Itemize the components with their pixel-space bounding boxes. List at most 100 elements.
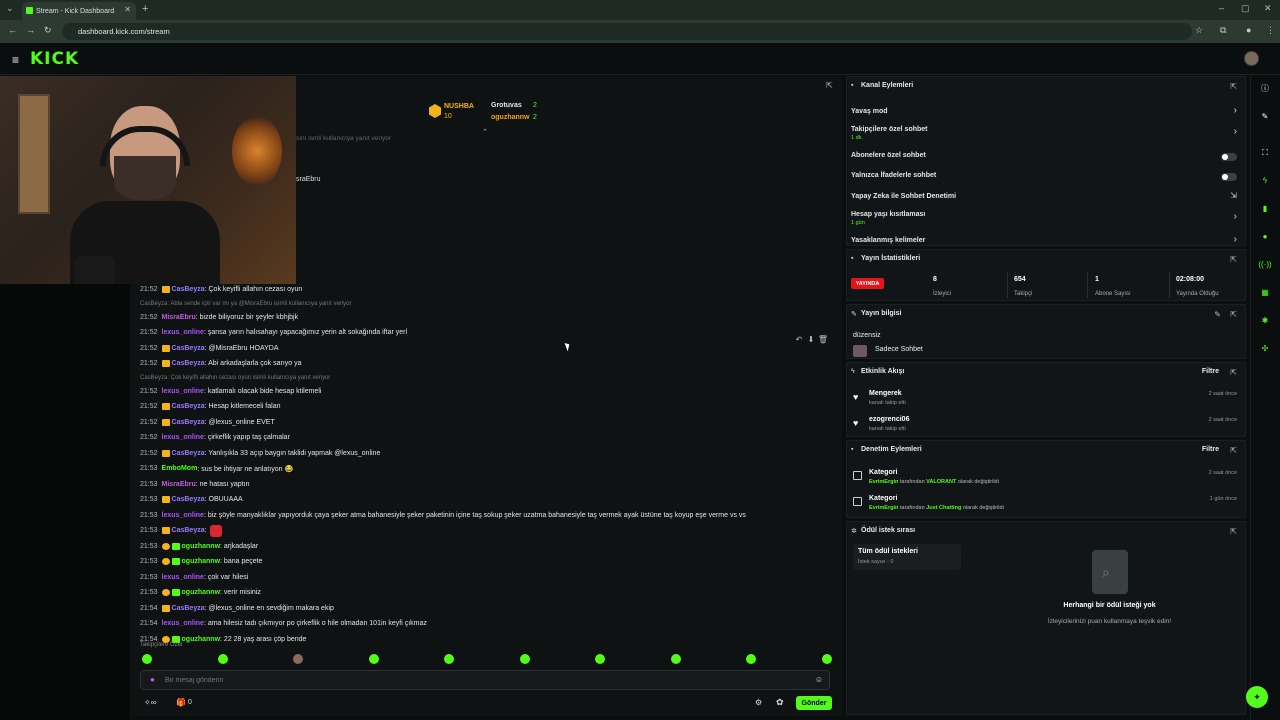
- chat-message[interactable]: 21:52 lexus_online: şansa yarın halısahay…: [140, 325, 840, 341]
- chat-input[interactable]: [165, 674, 805, 687]
- emote-icon[interactable]: [670, 654, 681, 664]
- message-username[interactable]: lexus_online: [162, 388, 204, 395]
- emote-picker-icon[interactable]: ✿: [776, 697, 784, 708]
- edit-icon[interactable]: ✎: [1214, 310, 1221, 319]
- message-username[interactable]: MisraEbru: [162, 314, 196, 321]
- send-button[interactable]: Gönder: [796, 696, 832, 710]
- leaderboard-top-user[interactable]: NUSHBA: [444, 103, 474, 110]
- message-username[interactable]: CasBeyza: [172, 605, 205, 612]
- profile-icon[interactable]: ●: [1246, 25, 1251, 35]
- followers-only-label[interactable]: Takipçilere özel sohbet: [851, 126, 928, 133]
- settings-icon[interactable]: ⚙: [755, 698, 762, 707]
- stream-info-popout-icon[interactable]: ⇱: [1230, 310, 1237, 319]
- chevron-right-icon[interactable]: ›: [1234, 105, 1237, 116]
- help-button[interactable]: ✦: [1246, 686, 1268, 708]
- broadcast-rail-icon[interactable]: ((·)): [1258, 258, 1272, 272]
- pin-icon[interactable]: ⬇: [805, 335, 817, 344]
- subs-only-toggle[interactable]: [1221, 153, 1237, 161]
- url-field[interactable]: dashboard.kick.com/stream: [62, 23, 1192, 40]
- message-username[interactable]: oguzhannw: [182, 589, 221, 596]
- emotes-only-toggle[interactable]: [1221, 173, 1237, 181]
- chat-message[interactable]: 21:52 CasBeyza: Hesap kitlemeceli falan: [140, 399, 840, 415]
- emote-icon[interactable]: [519, 654, 530, 664]
- activity-popout-icon[interactable]: ⇱: [1230, 368, 1237, 377]
- slow-mode-label[interactable]: Yavaş mod: [851, 108, 888, 115]
- chat-message[interactable]: 21:54 oguzhannw: 22 28 yaş arası çöp bend…: [140, 632, 840, 648]
- message-username[interactable]: oguzhannw: [182, 543, 221, 550]
- chevron-right-icon[interactable]: ›: [1234, 234, 1237, 245]
- mic-icon[interactable]: ●: [150, 675, 155, 684]
- focus-icon[interactable]: ⛶: [1258, 146, 1272, 160]
- message-username[interactable]: CasBeyza: [172, 527, 205, 534]
- activity-filter-button[interactable]: Filtre: [1202, 368, 1219, 375]
- message-username[interactable]: lexus_online: [162, 434, 204, 441]
- chevron-right-icon[interactable]: ›: [1234, 211, 1237, 222]
- emote-icon[interactable]: [142, 654, 152, 664]
- moderation-popout-icon[interactable]: ⇱: [1230, 446, 1237, 455]
- emote-icon[interactable]: [746, 654, 756, 664]
- maximize-icon[interactable]: ▢: [1241, 3, 1250, 14]
- chat-message[interactable]: 21:52 lexus_online: çirkeflik yapıp taş ç…: [140, 430, 840, 446]
- emote-icon[interactable]: [821, 654, 832, 664]
- message-username[interactable]: lexus_online: [162, 620, 204, 627]
- chat-rail-icon[interactable]: ●: [1258, 230, 1272, 244]
- message-username[interactable]: CasBeyza: [172, 360, 205, 367]
- chat-message[interactable]: 21:54 lexus_online: ama hilesiz tadı çıkm…: [140, 616, 840, 632]
- bookmark-star-icon[interactable]: ☆: [1195, 25, 1203, 36]
- points-icon[interactable]: ✧∞: [144, 698, 156, 707]
- wrench-rail-icon[interactable]: ✱: [1258, 314, 1272, 328]
- apps-rail-icon[interactable]: ✣: [1258, 342, 1272, 356]
- channel-actions-popout-icon[interactable]: ⇱: [1230, 82, 1237, 91]
- chat-message[interactable]: 21:53 MisraEbru: ne hatası yaptın: [140, 477, 840, 493]
- chat-message[interactable]: 21:53 lexus_online: çok var hilesi: [140, 570, 840, 586]
- chat-message[interactable]: 21:53 oguzhannw: verir misiniz: [140, 585, 840, 601]
- emoji-icon[interactable]: ☺: [815, 675, 823, 684]
- extensions-icon[interactable]: ⧉: [1220, 25, 1226, 36]
- new-tab-icon[interactable]: +: [142, 3, 148, 15]
- chat-message[interactable]: 21:53 oguzhannw: bana peçete: [140, 554, 840, 570]
- reply-icon[interactable]: ↶: [793, 335, 805, 344]
- back-icon[interactable]: ←: [8, 25, 17, 35]
- message-username[interactable]: CasBeyza: [172, 403, 205, 410]
- chat-message[interactable]: 21:52 CasBeyza: Çok keyifli allahın cezas…: [140, 282, 840, 298]
- info-icon[interactable]: ⓘ: [1258, 82, 1272, 96]
- chat-popout-icon[interactable]: ⇱: [826, 81, 833, 90]
- message-username[interactable]: CasBeyza: [172, 450, 205, 457]
- chat-message[interactable]: 21:53 CasBeyza:: [140, 523, 840, 539]
- chat-message[interactable]: 21:53 lexus_online: biz şöyle manyaklıkla…: [140, 508, 840, 524]
- browser-menu-icon[interactable]: ⋮: [1266, 25, 1275, 36]
- user-avatar[interactable]: [1244, 51, 1259, 66]
- chat-message[interactable]: 21:54 CasBeyza: @lexus_online en sevdiğim…: [140, 601, 840, 617]
- delete-icon[interactable]: 🗑: [817, 335, 829, 344]
- emote-icon[interactable]: [293, 654, 303, 664]
- minimize-icon[interactable]: –: [1219, 3, 1224, 13]
- reward-tab-all[interactable]: Tüm ödül istekleri İstek sayısı - 0: [853, 544, 961, 570]
- account-age-label[interactable]: Hesap yaşı kısıtlaması: [851, 211, 925, 218]
- message-username[interactable]: lexus_online: [162, 574, 204, 581]
- ai-moderation-label[interactable]: Yapay Zeka ile Sohbet Denetimi: [851, 193, 956, 200]
- browser-tab[interactable]: Stream - Kick Dashboard ✕: [22, 2, 136, 20]
- emote-icon[interactable]: [217, 654, 228, 664]
- collapse-leaderboard-icon[interactable]: ⌃: [482, 128, 488, 136]
- lightning-rail-icon[interactable]: ϟ: [1258, 174, 1272, 188]
- emote-icon[interactable]: [444, 654, 454, 664]
- message-username[interactable]: CasBeyza: [172, 286, 205, 293]
- leaderboard-user-3[interactable]: oguzhannw: [491, 114, 530, 121]
- banned-words-label[interactable]: Yasaklanmış kelimeler: [851, 237, 925, 244]
- chat-message[interactable]: 21:52 CasBeyza: Yanlışıkla 33 açıp baygın…: [140, 446, 840, 462]
- grid-rail-icon[interactable]: ▦: [1258, 286, 1272, 300]
- doc-rail-icon[interactable]: ▮: [1258, 202, 1272, 216]
- moderation-filter-button[interactable]: Filtre: [1202, 446, 1219, 453]
- chat-message[interactable]: 21:53 CasBeyza: OBUUAAA: [140, 492, 840, 508]
- message-username[interactable]: MisraEbru: [162, 481, 196, 488]
- chevron-right-icon[interactable]: ›: [1234, 126, 1237, 137]
- stream-stats-popout-icon[interactable]: ⇱: [1230, 255, 1237, 264]
- reward-popout-icon[interactable]: ⇱: [1230, 527, 1237, 536]
- message-username[interactable]: CasBeyza: [172, 345, 205, 352]
- emote-icon[interactable]: [595, 654, 605, 664]
- close-window-icon[interactable]: ✕: [1264, 3, 1272, 14]
- chat-message[interactable]: 21:53 EmboMom: sus be ihtiyar ne anlatıyo…: [140, 461, 840, 477]
- gift-icon[interactable]: 🎁: [176, 698, 186, 707]
- message-username[interactable]: CasBeyza: [172, 419, 205, 426]
- kick-logo[interactable]: KICK: [30, 49, 79, 69]
